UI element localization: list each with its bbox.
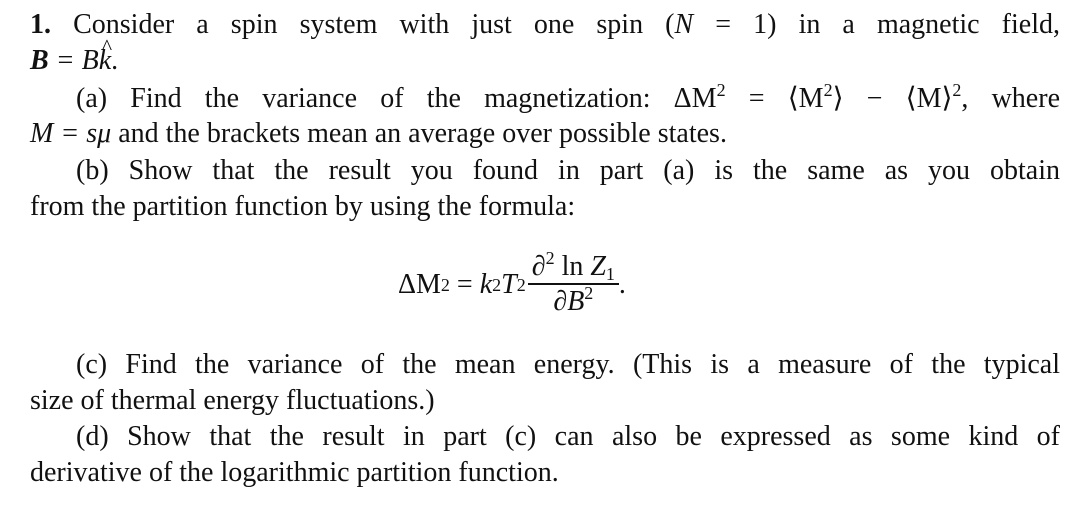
fraction-numerator: ∂2 ln Z1 [531, 248, 615, 285]
part-a-line-2: M = sμ and the brackets mean an average … [30, 118, 727, 149]
part-b-line-1: (b) Show that the result you found in pa… [76, 155, 1060, 186]
part-d-label: (d) [76, 421, 109, 452]
unit-vector-k: k [99, 30, 113, 78]
field-vector-B: B [30, 45, 49, 76]
display-formula: ΔM 2 = k2T2 ∂2 ln Z1 ∂B2 . [398, 248, 626, 319]
part-d-line-2: derivative of the logarithmic partition … [30, 457, 559, 488]
fraction: ∂2 ln Z1 ∂B2 [527, 248, 619, 319]
part-b-line-2: from the partition function by using the… [30, 191, 576, 222]
part-a-line-1: (a) Find the variance of the magnetizati… [76, 80, 1060, 114]
part-a-label: (a) [76, 83, 108, 114]
problem-page: 1. Consider a spin system with just one … [0, 0, 1068, 510]
part-c-label: (c) [76, 349, 108, 380]
part-c-line-1: (c) Find the variance of the mean energy… [76, 349, 1061, 380]
part-b-label: (b) [76, 155, 109, 186]
problem-intro-line-1: 1. Consider a spin system with just one … [30, 9, 1060, 40]
problem-intro-line-2: B = Bk. [30, 30, 1060, 78]
problem-number: 1. [30, 9, 51, 40]
part-c-line-2: size of thermal energy fluctuations.) [30, 385, 435, 416]
part-d-line-1: (d) Show that the result in part (c) can… [76, 421, 1061, 452]
fraction-denominator: ∂B2 [553, 282, 594, 317]
